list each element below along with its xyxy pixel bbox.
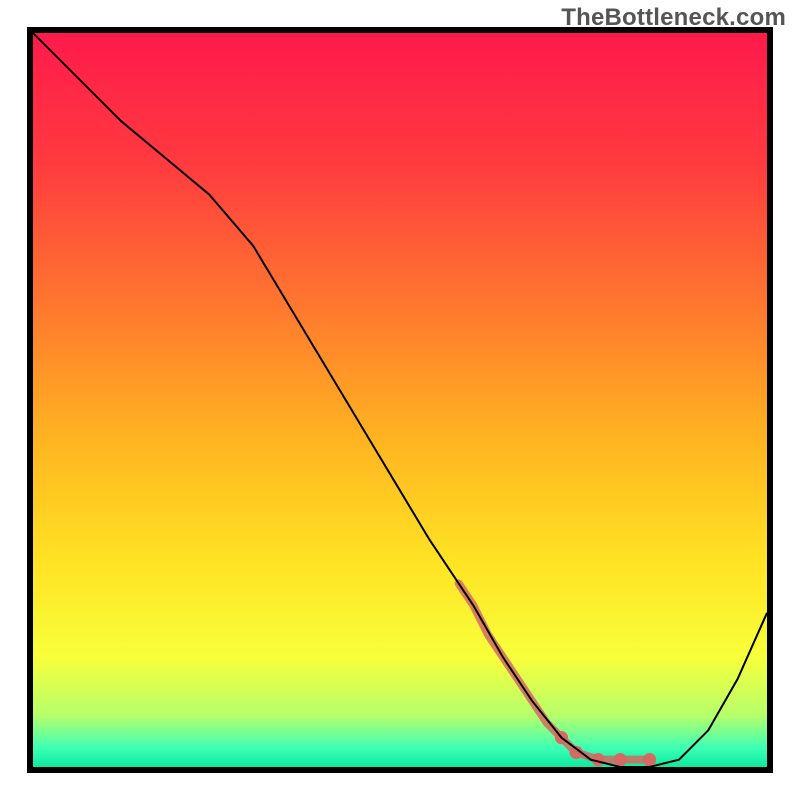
chart-overlay [33, 33, 767, 767]
highlight-band [459, 584, 656, 767]
plot-frame [27, 27, 773, 773]
watermark-text: TheBottleneck.com [561, 4, 786, 32]
bottleneck-curve [33, 33, 767, 767]
optimal-range-dot [643, 753, 656, 766]
chart-stage: TheBottleneck.com [0, 0, 800, 800]
optimal-range-dot [614, 753, 627, 766]
optimal-range-stroke [459, 584, 650, 760]
